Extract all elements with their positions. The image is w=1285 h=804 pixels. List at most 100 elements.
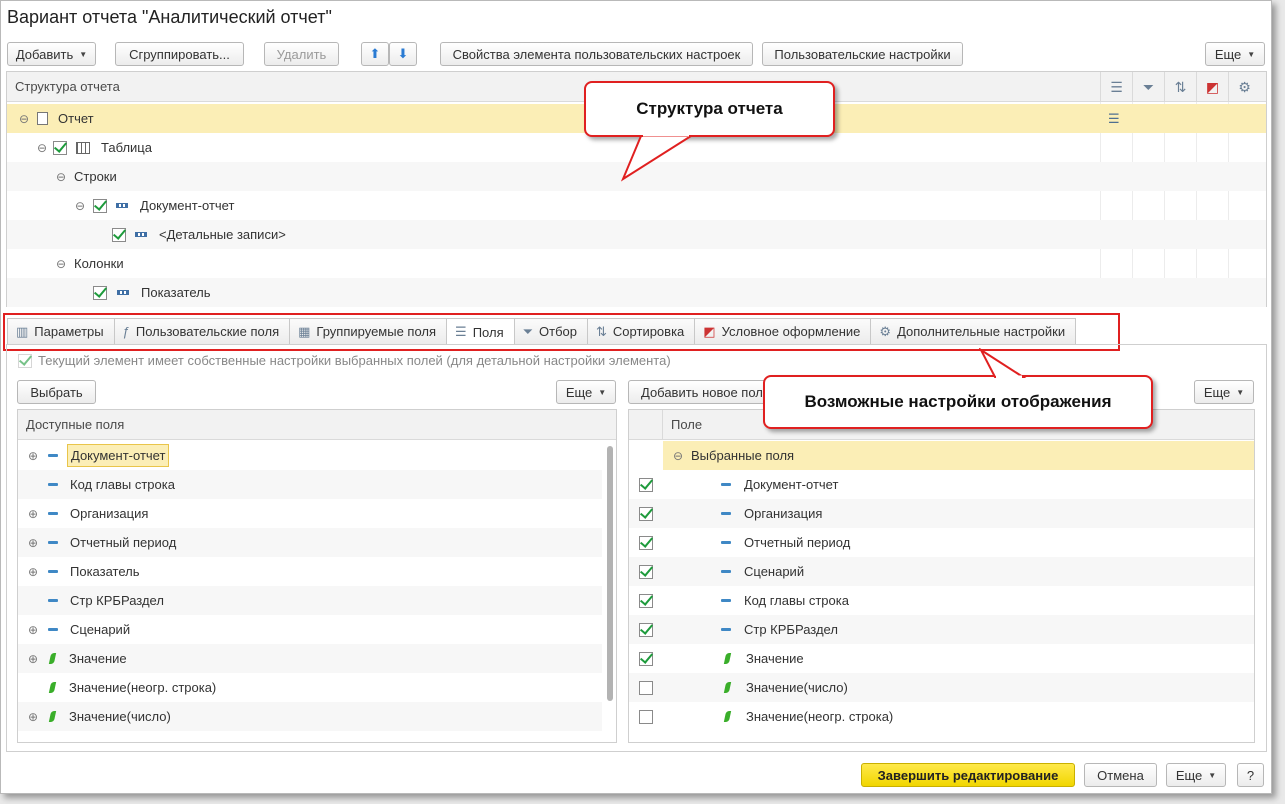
selected-field-checkbox[interactable]	[639, 680, 653, 695]
available-field-row[interactable]: ⊕ Отчетный период	[18, 528, 602, 557]
delete-button[interactable]: Удалить	[264, 42, 339, 66]
selected-field-row[interactable]: Организация	[629, 499, 1254, 528]
scrollbar-thumb[interactable]	[607, 446, 613, 701]
selected-field-label: Стр КРБРаздел	[744, 622, 838, 637]
finish-editing-button[interactable]: Завершить редактирование	[861, 763, 1075, 787]
indicator-checkbox[interactable]	[93, 285, 107, 300]
collapse-icon[interactable]: ⊖	[35, 141, 49, 155]
available-field-label: Организация	[70, 506, 149, 521]
move-up-button[interactable]: ⬆	[361, 42, 389, 66]
selected-field-checkbox[interactable]	[639, 506, 653, 521]
dimension-icon	[721, 599, 731, 602]
expand-icon[interactable]: ⊕	[26, 710, 40, 724]
own-settings-option[interactable]: Текущий элемент имеет собственные настро…	[18, 353, 671, 368]
arrow-down-icon: ⬇	[397, 46, 409, 61]
tree-row-indicator[interactable]: Показатель	[7, 278, 1266, 307]
help-button[interactable]: ?	[1237, 763, 1264, 787]
fields-icon: ☰	[1108, 110, 1120, 126]
user-settings-button[interactable]: Пользовательские настройки	[762, 42, 963, 66]
more-button-available[interactable]: Еще ▼	[556, 380, 616, 404]
filter-icon[interactable]: ⏷	[1132, 72, 1164, 102]
collapse-icon[interactable]: ⊖	[17, 112, 31, 126]
selected-field-checkbox[interactable]	[639, 651, 653, 666]
chevron-down-icon: ▼	[1208, 770, 1217, 780]
selected-field-label: Организация	[744, 506, 823, 521]
tree-row-columns[interactable]: ⊖ Колонки	[7, 249, 1266, 278]
selected-field-row[interactable]: Значение	[629, 644, 1254, 673]
selected-fields-table[interactable]: Поле ⊖ Выбранные поля Документ-отчет Орга…	[628, 409, 1255, 743]
available-field-row[interactable]: ⊕ Значение(число)	[18, 702, 602, 731]
cancel-button[interactable]: Отмена	[1084, 763, 1157, 787]
element-properties-button[interactable]: Свойства элемента пользовательских настр…	[440, 42, 753, 66]
document-icon	[37, 112, 48, 125]
select-button[interactable]: Выбрать	[17, 380, 96, 404]
selected-field-checkbox[interactable]	[639, 535, 653, 550]
selected-field-checkbox[interactable]	[639, 593, 653, 608]
tree-row-label: Строки	[74, 169, 117, 184]
selected-field-checkbox[interactable]	[639, 709, 653, 724]
selected-group-row[interactable]: ⊖ Выбранные поля	[629, 441, 1254, 470]
table-checkbox[interactable]	[53, 140, 67, 155]
extra-settings-icon[interactable]: ⚙	[1228, 72, 1260, 102]
available-field-row[interactable]: Стр КРБРаздел	[18, 586, 602, 615]
own-settings-checkbox[interactable]	[18, 353, 32, 368]
expand-icon[interactable]: ⊕	[26, 652, 40, 666]
selected-field-row[interactable]: Код главы строка	[629, 586, 1254, 615]
available-field-row[interactable]: ⊕ Показатель	[18, 557, 602, 586]
collapse-icon[interactable]: ⊖	[54, 170, 68, 184]
scrollbar[interactable]	[607, 446, 613, 736]
selected-field-row[interactable]: Стр КРБРаздел	[629, 615, 1254, 644]
available-field-row[interactable]: Значение(неогр. строка)	[18, 673, 602, 702]
expand-icon[interactable]: ⊕	[26, 623, 40, 637]
more-button-top[interactable]: Еще ▼	[1205, 42, 1265, 66]
more-button-footer[interactable]: Еще ▼	[1166, 763, 1226, 787]
dimension-icon	[721, 541, 731, 544]
expand-icon[interactable]: ⊕	[26, 565, 40, 579]
callout-structure: Структура отчета	[584, 81, 835, 137]
available-header: Доступные поля	[18, 410, 616, 440]
selected-field-row[interactable]: Сценарий	[629, 557, 1254, 586]
more-label: Еще	[1203, 384, 1231, 400]
available-field-row[interactable]: ⊕ Документ-отчет	[18, 441, 602, 470]
more-label: Еще	[1175, 767, 1203, 783]
tree-row-label: <Детальные записи>	[159, 227, 286, 242]
available-field-row[interactable]: ⊕ Организация	[18, 499, 602, 528]
column-divider	[662, 410, 663, 440]
expand-icon[interactable]: ⊕	[26, 507, 40, 521]
available-field-label: Значение(число)	[69, 709, 171, 724]
selected-field-row[interactable]: Документ-отчет	[629, 470, 1254, 499]
dimension-icon	[48, 599, 58, 602]
fields-icon[interactable]: ☰	[1100, 72, 1132, 102]
selected-field-checkbox[interactable]	[639, 477, 653, 492]
selected-field-checkbox[interactable]	[639, 564, 653, 579]
available-field-label: Стр КРБРаздел	[70, 593, 164, 608]
expand-icon[interactable]: ⊕	[26, 536, 40, 550]
detail-records-checkbox[interactable]	[112, 227, 126, 242]
callout-display-text: Возможные настройки отображения	[804, 392, 1112, 411]
move-down-button[interactable]: ⬇	[389, 42, 417, 66]
group-button[interactable]: Сгруппировать...	[115, 42, 244, 66]
available-field-row[interactable]: ⊕ Значение	[18, 644, 602, 673]
dimension-icon	[721, 628, 731, 631]
sort-icon[interactable]: ⇅	[1164, 72, 1196, 102]
selected-field-row[interactable]: Значение(число)	[629, 673, 1254, 702]
collapse-icon[interactable]: ⊖	[54, 257, 68, 271]
chevron-down-icon: ▼	[598, 387, 607, 397]
available-field-row[interactable]: ⊕ Сценарий	[18, 615, 602, 644]
selected-field-row[interactable]: Значение(неогр. строка)	[629, 702, 1254, 731]
expand-icon[interactable]: ⊕	[26, 449, 40, 463]
available-field-row[interactable]: Код главы строка	[18, 470, 602, 499]
more-button-selected[interactable]: Еще ▼	[1194, 380, 1254, 404]
add-new-field-button[interactable]: Добавить новое поле	[628, 380, 778, 404]
selected-field-checkbox[interactable]	[639, 622, 653, 637]
collapse-icon[interactable]: ⊖	[671, 449, 685, 463]
available-fields-tree[interactable]: Доступные поля ⊕ Документ-отчет Код главы …	[17, 409, 617, 743]
add-button[interactable]: Добавить ▼	[7, 42, 96, 66]
tree-row-document-report[interactable]: ⊖ Документ-отчет	[7, 191, 1266, 220]
selected-field-row[interactable]: Отчетный период	[629, 528, 1254, 557]
collapse-icon[interactable]: ⊖	[73, 199, 87, 213]
tree-row-label: Таблица	[101, 140, 152, 155]
document-report-checkbox[interactable]	[93, 198, 107, 213]
tree-row-detail-records[interactable]: <Детальные записи>	[7, 220, 1266, 249]
conditional-format-icon[interactable]: ◩	[1196, 72, 1228, 102]
